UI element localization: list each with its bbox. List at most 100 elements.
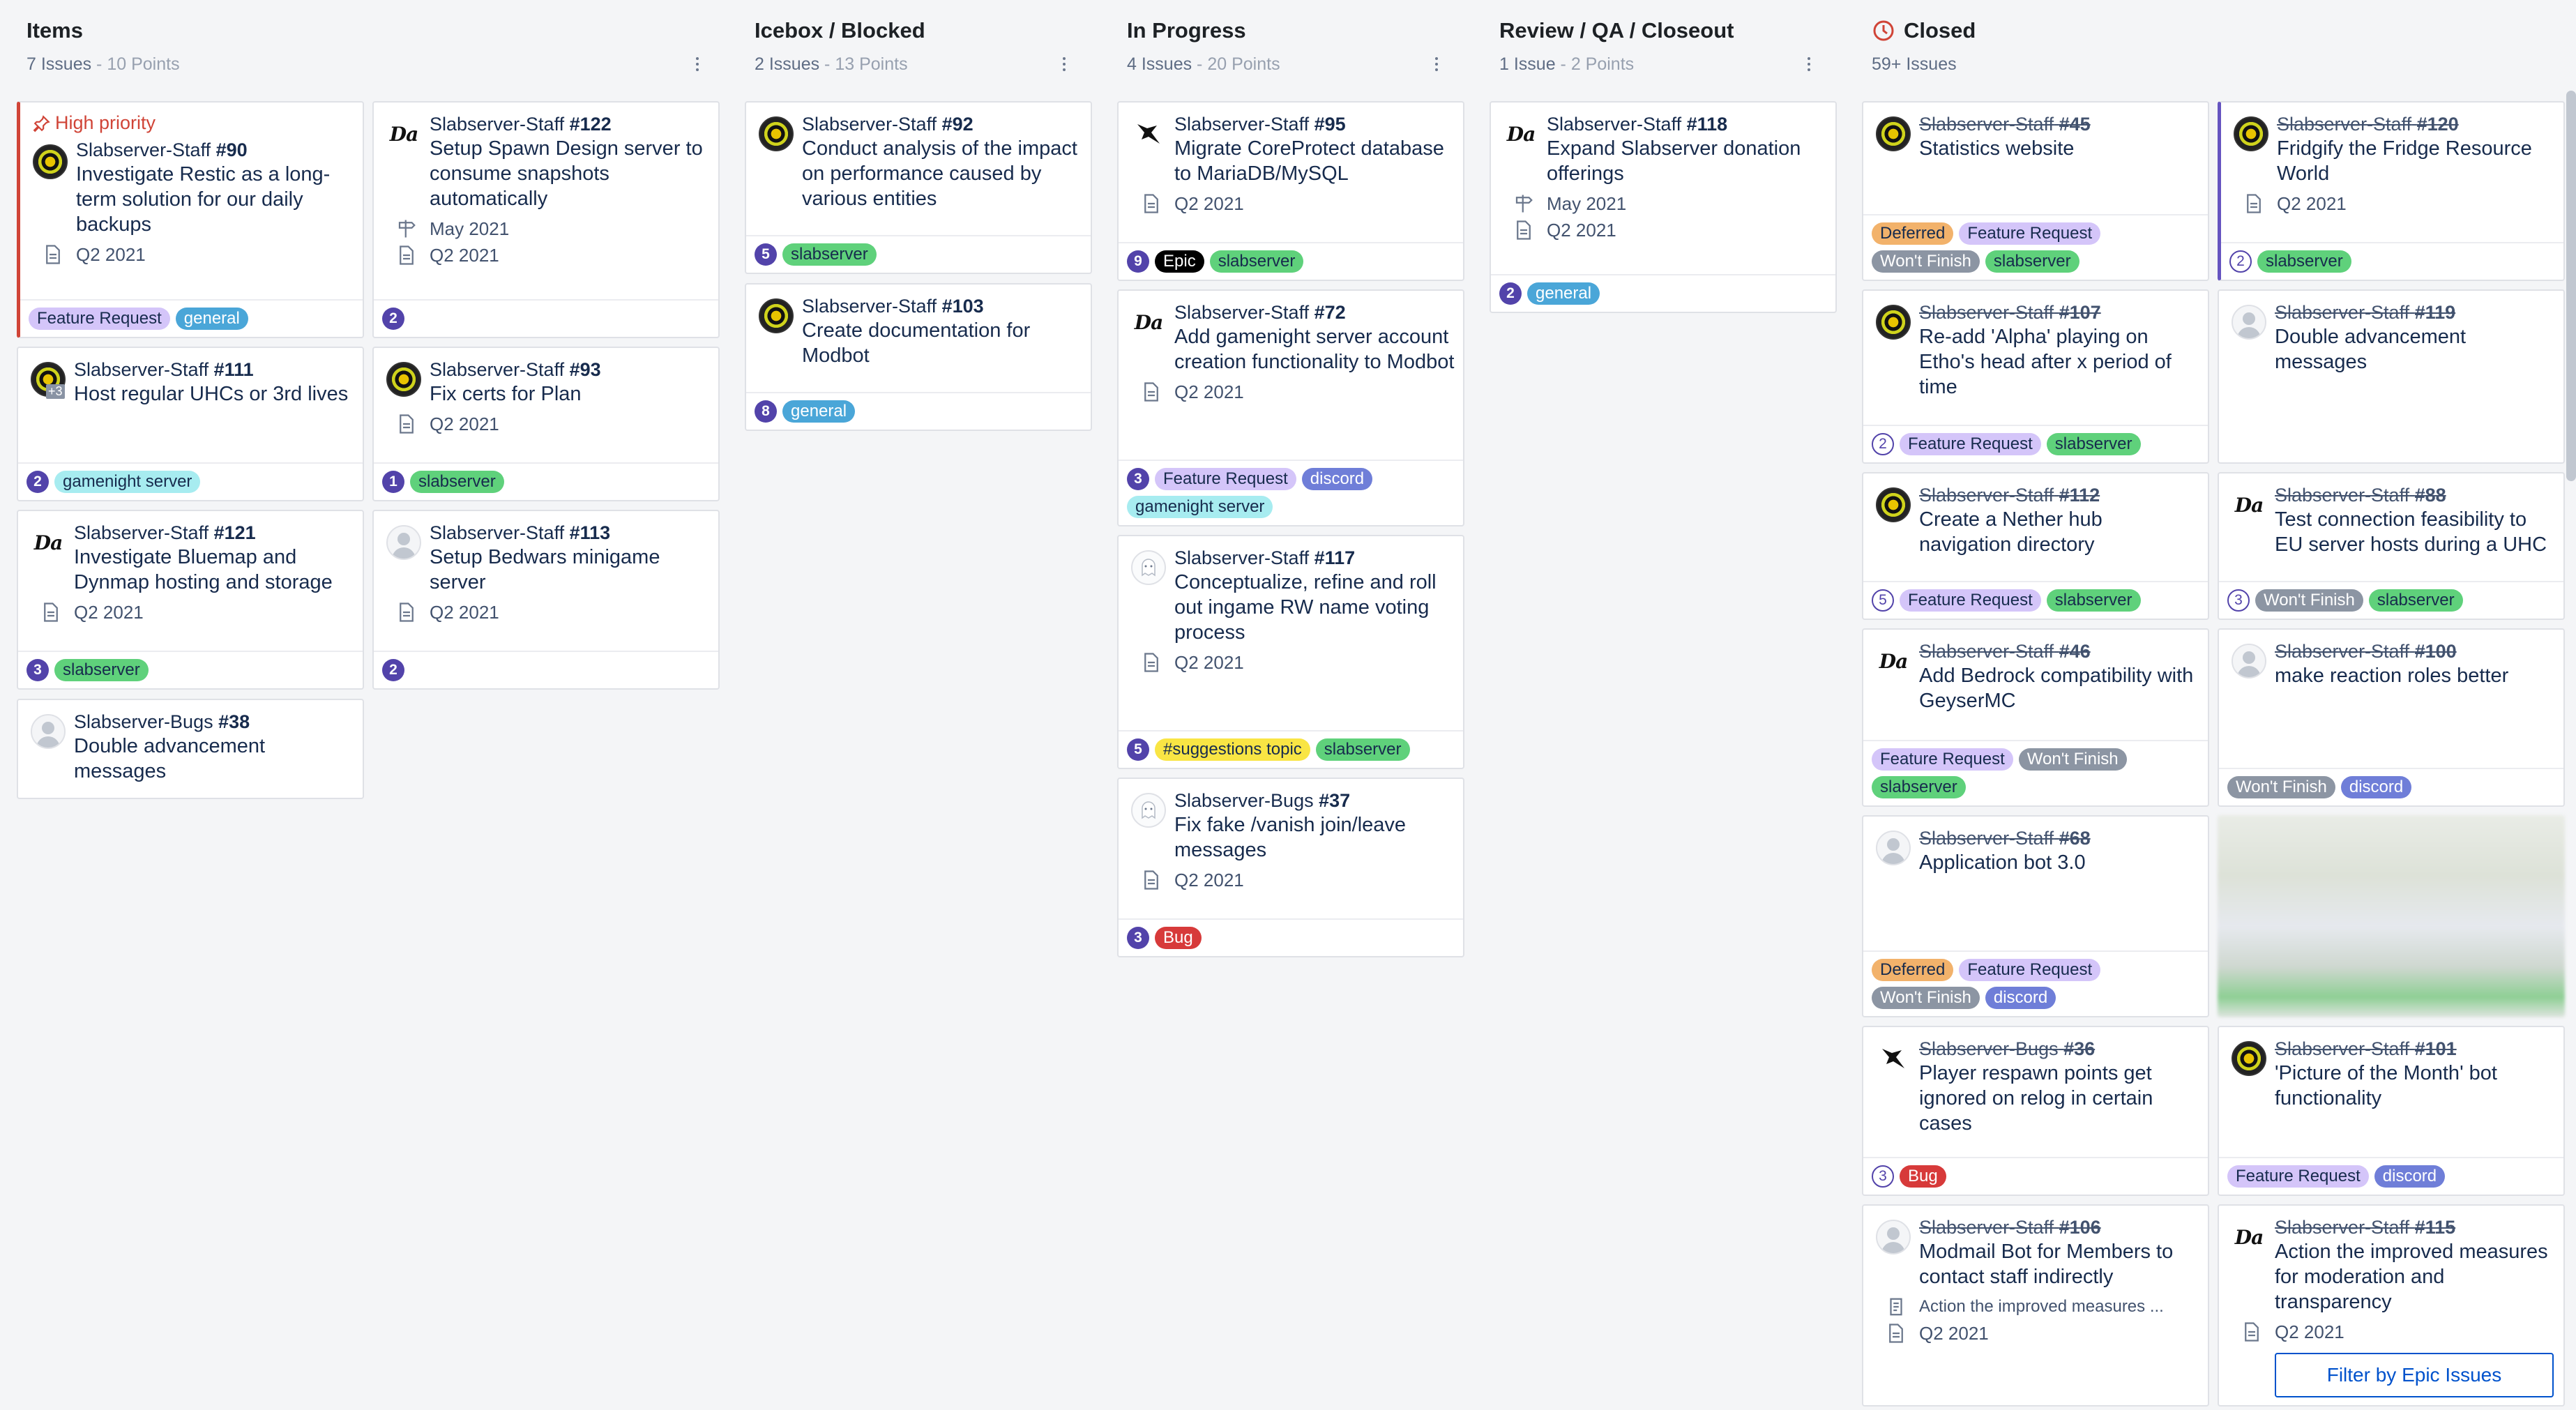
issue-ref[interactable]: Slabserver-Staff #90 (76, 138, 354, 162)
issue-card[interactable]: Slabserver-Staff #45 Statistics website … (1862, 101, 2209, 281)
issue-title[interactable]: Player respawn points get ignored on rel… (1919, 1061, 2199, 1136)
issue-title[interactable]: Setup Bedwars minigame server (430, 545, 710, 595)
label-general[interactable]: general (782, 400, 856, 423)
label-epic[interactable]: Epic (1155, 250, 1204, 273)
issue-ref[interactable]: Slabserver-Staff #45 (1919, 112, 2199, 136)
issue-ref[interactable]: Slabserver-Bugs #38 (74, 710, 354, 734)
issue-ref[interactable]: Slabserver-Staff #95 (1174, 112, 1455, 136)
column-menu-icon[interactable] (690, 50, 704, 78)
issue-card[interactable]: Slabserver-Staff #101 'Picture of the Mo… (2218, 1026, 2565, 1196)
issue-card[interactable]: Slabserver-Staff #112 Create a Nether hu… (1862, 472, 2209, 620)
label-slabserver[interactable]: slabserver (2368, 589, 2463, 612)
issue-title[interactable]: Migrate CoreProtect database to MariaDB/… (1174, 136, 1455, 186)
label-slabserver[interactable]: slabserver (2046, 589, 2141, 612)
label-deferred[interactable]: Deferred (1872, 222, 1954, 245)
label-slabserver[interactable]: slabserver (1985, 250, 2079, 273)
issue-card[interactable]: Slabserver-Bugs #36 Player respawn point… (1862, 1026, 2209, 1196)
issue-card[interactable]: Slabserver-Staff #119 Double advancement… (2218, 289, 2565, 464)
issue-card[interactable]: Da Slabserver-Staff #46 Add Bedrock comp… (1862, 628, 2209, 807)
issue-title[interactable]: Application bot 3.0 (1919, 850, 2199, 875)
issue-title[interactable]: Fix certs for Plan (430, 381, 710, 407)
issue-ref[interactable]: Slabserver-Staff #118 (1547, 112, 1827, 136)
label-feature-request[interactable]: Feature Request (29, 308, 170, 330)
issue-card[interactable]: Da Slabserver-Staff #122 Setup Spawn Des… (372, 101, 720, 338)
column-menu-icon[interactable] (1057, 50, 1071, 78)
issue-ref[interactable]: Slabserver-Staff #46 (1919, 639, 2199, 663)
column-menu-icon[interactable] (1430, 50, 1444, 78)
issue-card[interactable]: Da Slabserver-Staff #121 Investigate Blu… (17, 510, 364, 690)
label-feature-request[interactable]: Feature Request (1959, 959, 2101, 981)
issue-title[interactable]: Modmail Bot for Members to contact staff… (1919, 1239, 2199, 1289)
issue-title[interactable]: 'Picture of the Month' bot functionality (2275, 1061, 2555, 1111)
label-gamenight-server[interactable]: gamenight server (54, 471, 201, 493)
label-gamenight-server[interactable]: gamenight server (1127, 496, 1273, 518)
issue-card[interactable]: Slabserver-Staff #92 Conduct analysis of… (745, 101, 1092, 274)
issue-title[interactable]: Create documentation for Modbot (802, 318, 1082, 368)
issue-ref[interactable]: Slabserver-Staff #107 (1919, 301, 2199, 324)
issue-ref[interactable]: Slabserver-Bugs #37 (1174, 789, 1455, 812)
issue-ref[interactable]: Slabserver-Staff #115 (2275, 1215, 2555, 1239)
issue-ref[interactable]: Slabserver-Staff #88 (2275, 483, 2555, 507)
issue-ref[interactable]: Slabserver-Staff #122 (430, 112, 710, 136)
label-wont-finish[interactable]: Won't Finish (1872, 987, 1980, 1009)
issue-ref[interactable]: Slabserver-Staff #100 (2275, 639, 2555, 663)
issue-ref[interactable]: Slabserver-Staff #112 (1919, 483, 2199, 507)
issue-card[interactable]: Da Slabserver-Staff #88 Test connection … (2218, 472, 2565, 620)
issue-ref[interactable]: Slabserver-Staff #111 (74, 358, 354, 381)
filter-by-epic-button[interactable]: Filter by Epic Issues (2275, 1353, 2554, 1397)
issue-card[interactable]: Slabserver-Staff #95 Migrate CoreProtect… (1117, 101, 1464, 281)
issue-ref[interactable]: Slabserver-Staff #106 (1919, 1215, 2199, 1239)
label-wont-finish[interactable]: Won't Finish (2227, 776, 2335, 798)
issue-card[interactable]: +3 Slabserver-Staff #111 Host regular UH… (17, 347, 364, 501)
issue-card[interactable]: Slabserver-Staff #107 Re-add 'Alpha' pla… (1862, 289, 2209, 464)
label-suggestions-topic[interactable]: #suggestions topic (1155, 738, 1310, 761)
label-feature-request[interactable]: Feature Request (1959, 222, 2101, 245)
label-discord[interactable]: discord (1985, 987, 2056, 1009)
issue-title[interactable]: Add gamenight server account creation fu… (1174, 324, 1455, 374)
label-slabserver[interactable]: slabserver (1209, 250, 1304, 273)
scrollbar[interactable] (2566, 91, 2576, 481)
issue-card[interactable]: High priority Slabserver-Staff #90 Inves… (17, 101, 364, 338)
issue-ref[interactable]: Slabserver-Bugs #36 (1919, 1037, 2199, 1061)
issue-card[interactable]: Slabserver-Staff #100 make reaction role… (2218, 628, 2565, 807)
column-menu-icon[interactable] (1802, 50, 1816, 78)
issue-ref[interactable]: Slabserver-Staff #113 (430, 521, 710, 545)
label-slabserver[interactable]: slabserver (1872, 776, 1966, 798)
issue-card[interactable]: Slabserver-Staff #68 Application bot 3.0… (1862, 815, 2209, 1017)
issue-card[interactable]: Slabserver-Bugs #37 Fix fake /vanish joi… (1117, 778, 1464, 957)
issue-title[interactable]: Add Bedrock compatibility with GeyserMC (1919, 663, 2199, 713)
issue-title[interactable]: Test connection feasibility to EU server… (2275, 507, 2555, 557)
issue-title[interactable]: Create a Nether hub navigation directory (1919, 507, 2199, 557)
issue-title[interactable]: Action the improved measures for moderat… (2275, 1239, 2555, 1314)
issue-title[interactable]: Investigate Restic as a long-term soluti… (76, 162, 354, 237)
label-discord[interactable]: discord (2340, 776, 2412, 798)
issue-title[interactable]: make reaction roles better (2275, 663, 2555, 688)
label-slabserver[interactable]: slabserver (1315, 738, 1410, 761)
issue-card[interactable]: Slabserver-Staff #93 Fix certs for Plan … (372, 347, 720, 501)
issue-title[interactable]: Fix fake /vanish join/leave messages (1174, 812, 1455, 863)
issue-card[interactable]: Da Slabserver-Staff #118 Expand Slabserv… (1490, 101, 1837, 313)
issue-card[interactable]: Slabserver-Staff #120 Fridgify the Fridg… (2218, 101, 2565, 281)
issue-title[interactable]: Double advancement messages (74, 734, 354, 784)
issue-ref[interactable]: Slabserver-Staff #101 (2275, 1037, 2555, 1061)
label-feature-request[interactable]: Feature Request (1155, 468, 1296, 490)
label-wont-finish[interactable]: Won't Finish (2018, 748, 2127, 771)
label-discord[interactable]: discord (1301, 468, 1373, 490)
label-feature-request[interactable]: Feature Request (2227, 1165, 2369, 1188)
issue-card[interactable]: Slabserver-Staff #113 Setup Bedwars mini… (372, 510, 720, 690)
label-wont-finish[interactable]: Won't Finish (1872, 250, 1980, 273)
issue-card[interactable]: Slabserver-Staff #103 Create documentati… (745, 283, 1092, 431)
issue-ref[interactable]: Slabserver-Staff #103 (802, 294, 1082, 318)
label-feature-request[interactable]: Feature Request (1900, 589, 2041, 612)
label-feature-request[interactable]: Feature Request (1872, 748, 2013, 771)
label-general[interactable]: general (1527, 282, 1600, 305)
issue-title[interactable]: Expand Slabserver donation offerings (1547, 136, 1827, 186)
label-slabserver[interactable]: slabserver (782, 243, 877, 266)
issue-card[interactable]: Slabserver-Staff #117 Conceptualize, ref… (1117, 535, 1464, 769)
issue-title[interactable]: Investigate Bluemap and Dynmap hosting a… (74, 545, 354, 595)
issue-ref[interactable]: Slabserver-Staff #120 (2277, 112, 2555, 136)
issue-card[interactable]: Da Slabserver-Staff #72 Add gamenight se… (1117, 289, 1464, 526)
issue-ref[interactable]: Slabserver-Staff #121 (74, 521, 354, 545)
label-deferred[interactable]: Deferred (1872, 959, 1954, 981)
issue-card[interactable]: Slabserver-Staff #106 Modmail Bot for Me… (1862, 1204, 2209, 1407)
